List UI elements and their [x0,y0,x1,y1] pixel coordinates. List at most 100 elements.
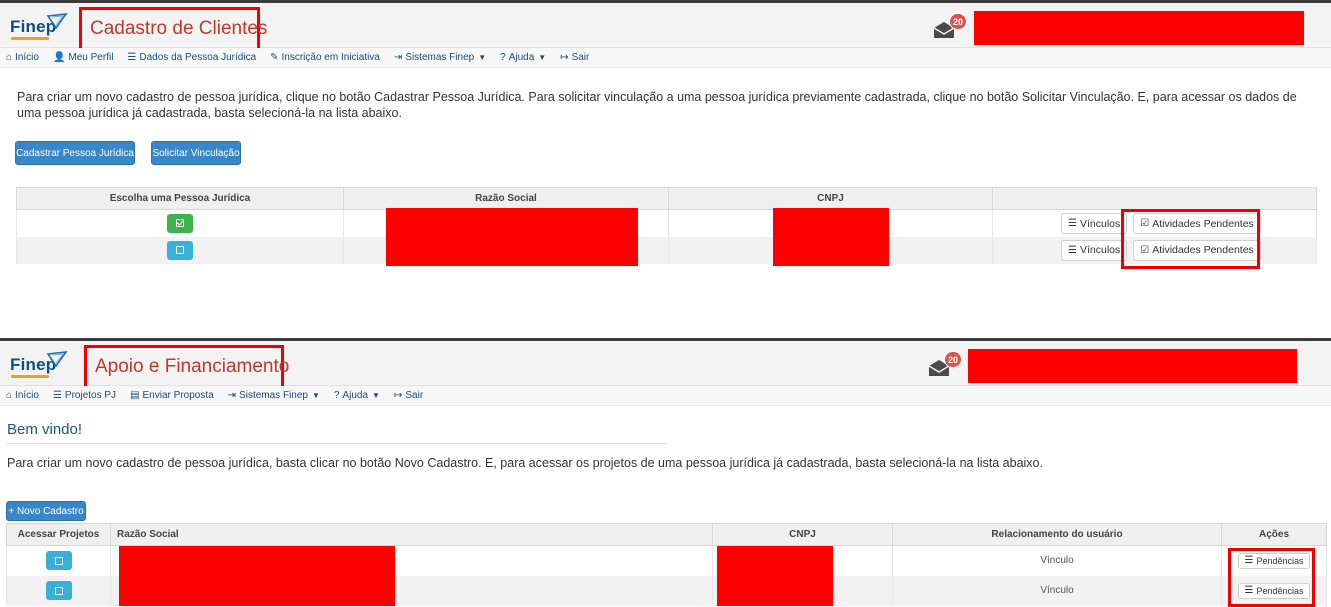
menu-item-label: Ajuda [508,52,535,63]
acessar-projetos-button[interactable] [45,581,72,600]
razao-social-cell [110,545,713,576]
menu-item-sistemas-finep[interactable]: ⇥ Sistemas Finep ▼ [394,52,486,63]
column-header-escolha: Escolha uma Pessoa Jurídica [16,187,344,210]
instructions-text: Para criar um novo cadastro de pessoa ju… [17,90,1297,120]
menu-item-ajuda[interactable]: ? Ajuda ▼ [500,52,546,63]
page-title: Cadastro de Clientes [79,7,267,51]
notifications-button[interactable]: 20 [933,13,967,41]
check-square-icon [176,219,184,228]
logo-triangle-icon [46,351,68,368]
select-company-button[interactable] [167,213,193,233]
redacted-cnpj [773,235,889,266]
column-header-cnpj: CNPJ [712,523,893,546]
welcome-heading: Bem vindo! [7,421,83,438]
cadastrar-pessoa-juridica-button[interactable]: Cadastrar Pessoa Jurídica [15,141,135,165]
square-icon [176,246,184,254]
menu-item-label: Meu Perfil [68,52,114,63]
solicitar-vinculacao-button[interactable]: Solicitar Vinculação [151,141,241,165]
redacted-razao-social [119,546,395,576]
logo-underline [11,375,49,378]
menu-item-label: Sair [571,52,590,63]
sign-out-icon: ↦ [560,52,569,63]
redacted-razao-social [119,575,395,606]
caret-down-icon: ▼ [538,53,547,62]
notification-badge: 20 [943,351,962,368]
finep-logo[interactable]: Finep [10,13,72,43]
user-info-redacted [968,349,1297,383]
sign-in-icon: ⇥ [227,390,237,401]
sign-in-icon: ⇥ [393,52,403,63]
main-menu: ⌂ Início 👤 Meu Perfil ☰ Dados da Pessoa Juríd… [0,48,1331,68]
header-bar: Finep Cadastro de Clientes 20 [0,3,1331,51]
razao-social-cell [343,208,669,238]
acessar-projetos-button[interactable] [45,551,72,571]
vinculos-button[interactable]: ☰ Vínculos [1061,213,1128,234]
user-icon: 👤 [52,52,66,63]
logo-underline [11,37,49,40]
notifications-button[interactable]: 20 [928,351,962,379]
finep-logo[interactable]: Finep [10,351,72,381]
menu-item-label: Sistemas Finep [405,52,475,63]
menu-item-label: Dados da Pessoa Jurídica [139,52,257,63]
menu-item-label: Sair [405,390,424,401]
pencil-icon: ✎ [270,52,279,63]
notification-badge: 20 [948,13,967,30]
document-icon: ▤ [130,390,140,401]
column-header-razao-social: Razão Social [110,523,713,546]
square-icon [54,586,63,595]
table-row: Vínculo ☰ Pendências [6,545,1327,576]
table-header: Escolha uma Pessoa Jurídica Razão Social… [16,187,1317,210]
menu-item-inscri-o-em-iniciativa[interactable]: ✎ Inscrição em Iniciativa [270,52,380,63]
relacionamento-cell: Vínculo [892,575,1222,606]
select-company-button[interactable] [167,240,193,260]
page-title-text: Apoio e Financiamento [95,356,290,377]
menu-item-meu-perfil[interactable]: 👤 Meu Perfil [53,52,113,63]
redacted-razao-social [386,235,638,266]
vinculos-button[interactable]: ☰ Vínculos [1061,239,1128,261]
page-title-text: Cadastro de Clientes [90,18,268,39]
menu-item-sair[interactable]: ↦ Sair [560,52,589,63]
menu-item-label: Inscrição em Iniciativa [281,52,380,63]
logo-triangle-icon [46,13,68,30]
header-bar: Finep Apoio e Financiamento 20 [0,341,1331,389]
menu-item-label: Ajuda [342,390,369,401]
vinculos-label: Vínculos [1079,244,1121,256]
menu-item-projetos-pj[interactable]: ☰ Projetos PJ [53,390,116,401]
redacted-razao-social [386,208,638,238]
select-cell [16,209,344,237]
projetos-table: Acessar Projetos Razão Social CNPJ Relac… [6,523,1327,606]
novo-cadastro-button[interactable]: + Novo Cadastro [6,501,86,521]
sign-out-icon: ↦ [393,390,403,401]
razao-social-cell [343,235,669,266]
menu-item-sair[interactable]: ↦ Sair [394,390,423,401]
menu-item-in-cio[interactable]: ⌂ Início [6,52,39,63]
home-icon: ⌂ [6,390,13,401]
caret-down-icon: ▼ [311,391,320,400]
vinculos-label: Vínculos [1079,217,1121,230]
menu-item-label: Início [15,390,39,401]
apoio-financiamento-panel: Finep Apoio e Financiamento 20 ⌂ Início ☰ P… [0,338,1331,607]
table-row: Vínculo ☰ Pendências [6,575,1327,606]
access-cell [6,575,111,606]
redacted-cnpj [773,208,889,238]
menu-item-in-cio[interactable]: ⌂ Início [6,390,39,401]
menu-item-label: Enviar Proposta [142,390,214,401]
redacted-cnpj [717,546,833,576]
cnpj-cell [668,235,993,266]
instructions-text: Para criar um novo cadastro de pessoa ju… [7,456,1043,470]
select-cell [16,236,344,264]
column-header-acessar-projetos: Acessar Projetos [6,523,111,546]
menu-item-dados-da-pessoa-jur-dica[interactable]: ☰ Dados da Pessoa Jurídica [127,52,256,63]
question-icon: ? [333,390,340,401]
cnpj-cell [668,208,993,238]
razao-social-cell [110,575,713,606]
question-icon: ? [500,52,506,63]
cadastro-clientes-panel: Finep Cadastro de Clientes 20 ⌂ Início 👤 Me… [0,0,1331,290]
cnpj-cell [712,575,893,606]
list-icon: ☰ [127,52,137,63]
atividades-pendentes-highlight [1121,209,1260,269]
column-header-relacionamento: Relacionamento do usuário [892,523,1222,546]
menu-item-sistemas-finep[interactable]: ⇥ Sistemas Finep ▼ [228,390,320,401]
menu-item-ajuda[interactable]: ? Ajuda ▼ [334,390,380,401]
menu-item-enviar-proposta[interactable]: ▤ Enviar Proposta [130,390,214,401]
